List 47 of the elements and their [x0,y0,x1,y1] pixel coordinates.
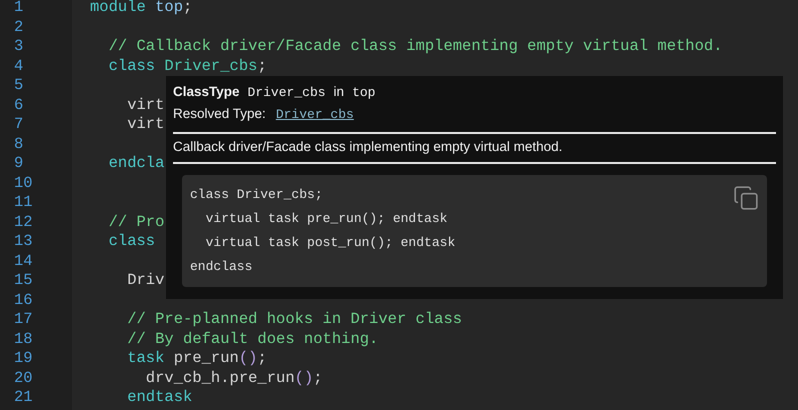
scope-name: top [352,84,376,102]
code-line: task pre_run(); [126,349,267,368]
description-text: Callback driver/Facade class implementing empty virtual method. [173,138,564,156]
code-line: module top; [90,0,192,18]
line-number: 1 [13,0,24,18]
code-line: // Pre-planned hooks in Driver class [126,310,462,330]
line-number: 11 [13,193,34,212]
line-number: 5 [13,76,24,96]
line-number: 17 [13,310,34,330]
code-line: virt [126,115,164,134]
code-line: Driv [126,271,164,290]
line-number: 4 [13,56,24,76]
scope-label: in [334,83,344,101]
line-number: 20 [13,368,34,388]
line-number: 21 [13,388,34,408]
line-number: 10 [13,174,34,193]
line-number: 12 [13,212,34,232]
line-number: 15 [13,271,34,290]
line-number: 18 [13,330,34,349]
line-number: 6 [13,96,24,115]
line-number: 3 [13,37,24,56]
resolved-type-label: Resolved Type: [173,105,266,123]
symbol-kind: ClassType [173,83,240,101]
copy-icon[interactable] [733,185,759,211]
code-line: virt [126,96,164,115]
code-line: class Driver_cbs; [190,186,324,204]
code-line: endclass [190,258,254,276]
code-line: virtual task post_run(); endtask [204,234,456,252]
line-number: 2 [13,18,24,37]
line-number: 7 [13,115,24,134]
line-number: 9 [13,154,24,174]
code-line: drv_cb_h.pre_run(); [144,368,323,388]
code-line: class Driver_cbs; [108,56,267,76]
code-line: virtual task pre_run(); endtask [204,210,448,228]
code-line: endtask [126,388,192,408]
type-link[interactable]: Driver_cbs [276,105,354,124]
symbol-name: Driver_cbs [248,84,326,102]
code-line: // Callback driver/Facade class implementing empty virtual method. [108,37,723,56]
line-number: 16 [13,290,34,310]
line-number: 8 [13,134,24,154]
code-line: // Pro [108,212,164,232]
line-number: 19 [13,349,34,368]
code-line: endcla [108,154,164,174]
code-line: class [108,232,156,252]
line-number: 14 [13,252,34,271]
line-number: 13 [13,232,34,252]
code-line: // By default does nothing. [126,330,378,349]
